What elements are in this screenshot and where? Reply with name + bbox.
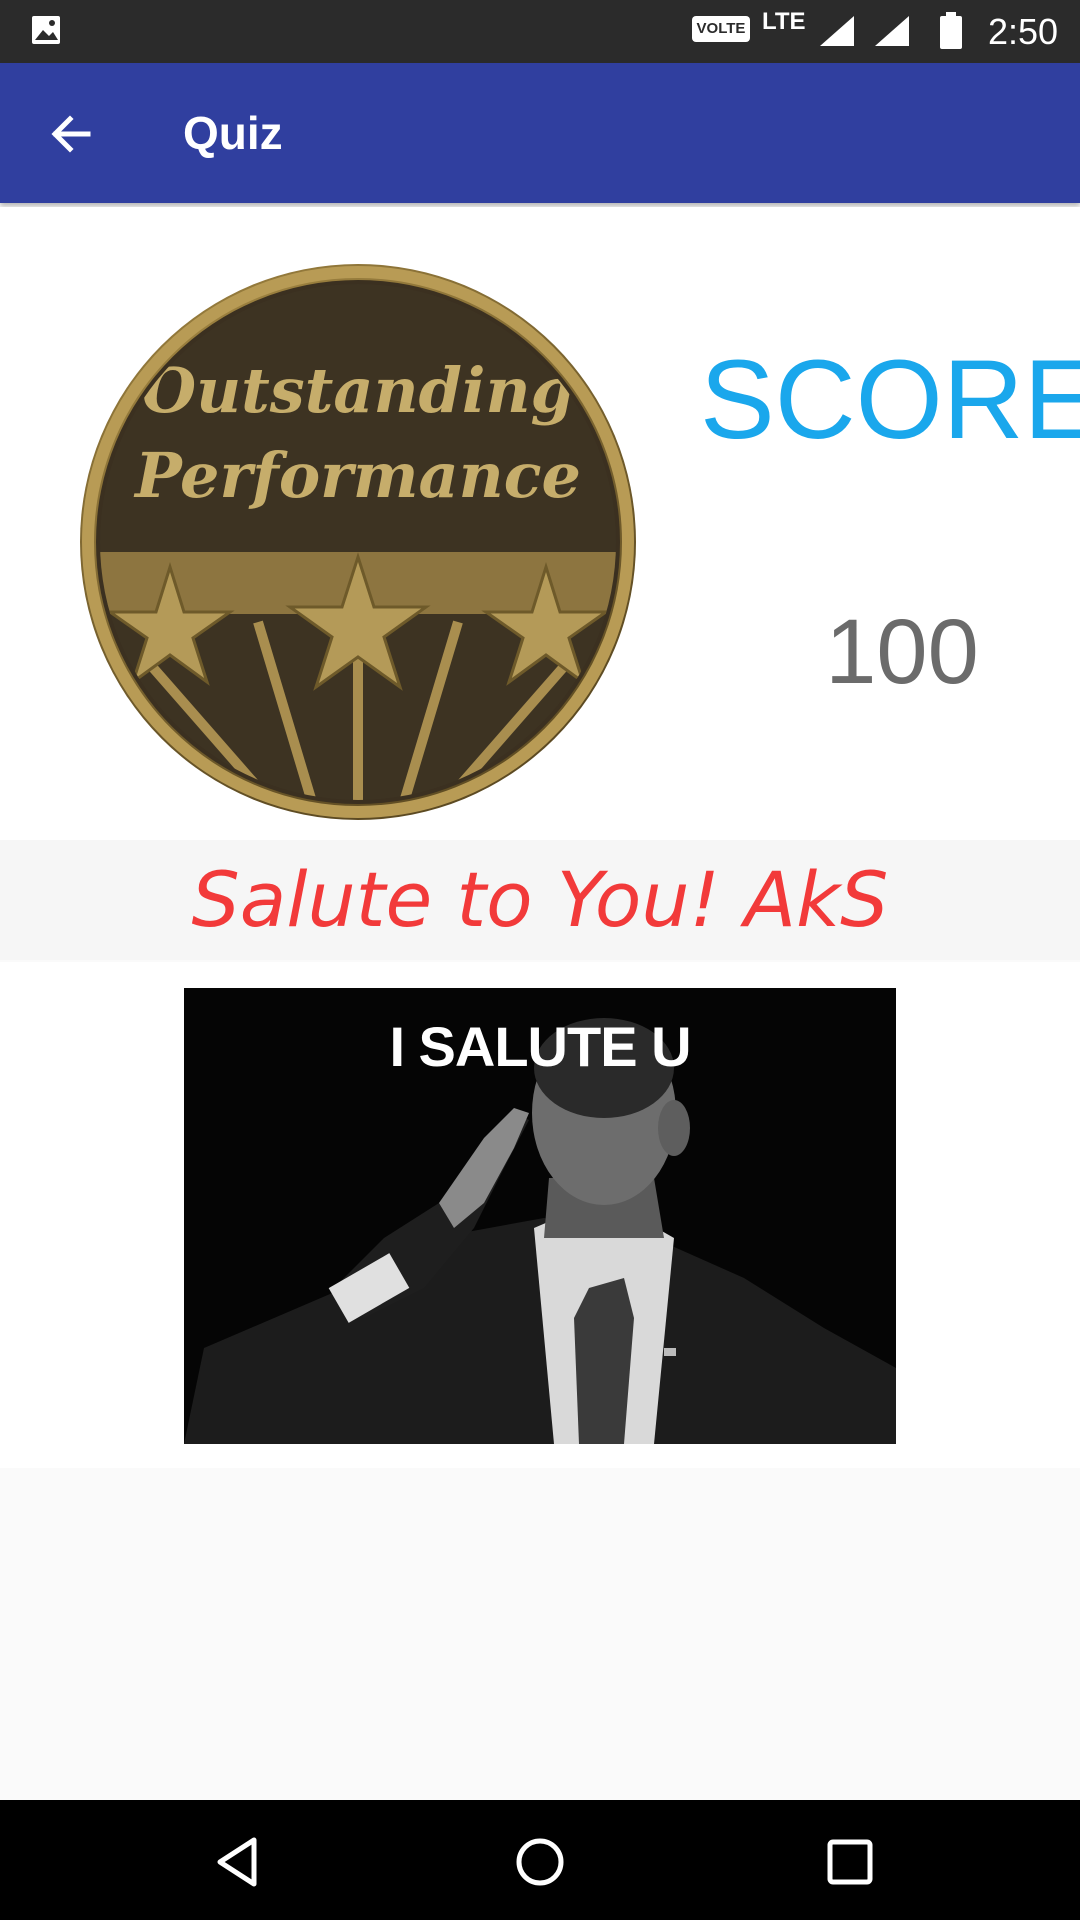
page-title: Quiz [183, 107, 283, 159]
score-label: SCORE [700, 337, 1080, 462]
app-bar: Quiz [0, 63, 1080, 203]
salute-photo: I SALUTE U [184, 988, 896, 1444]
nav-recents-icon[interactable] [822, 1834, 878, 1890]
score-value: 100 [825, 601, 979, 703]
signal-icon [818, 14, 856, 53]
score-panel: Outstanding Performance SCORE 100 [0, 207, 1080, 840]
battery-icon [939, 12, 963, 55]
image-icon [30, 14, 62, 51]
nav-home-icon[interactable] [512, 1834, 568, 1890]
meme-caption: I SALUTE U [389, 1015, 691, 1078]
svg-text:Performance: Performance [133, 439, 581, 512]
signal-icon [873, 14, 911, 53]
arrow-back-icon[interactable] [46, 109, 96, 159]
clock: 2:50 [988, 11, 1059, 52]
image-panel: I SALUTE U [0, 962, 1080, 1468]
network-type: LTE [762, 8, 806, 35]
outstanding-performance-medal: Outstanding Performance [80, 264, 636, 820]
svg-text:Outstanding: Outstanding [142, 354, 574, 427]
status-bar: VOLTE LTE 2:50 [0, 0, 1080, 63]
navigation-bar [0, 1800, 1080, 1920]
result-message-strip: Salute to You! AkS [0, 840, 1080, 960]
nav-back-icon[interactable] [210, 1834, 266, 1890]
result-message: Salute to You! AkS [191, 855, 889, 944]
volte-badge: VOLTE [692, 16, 750, 42]
